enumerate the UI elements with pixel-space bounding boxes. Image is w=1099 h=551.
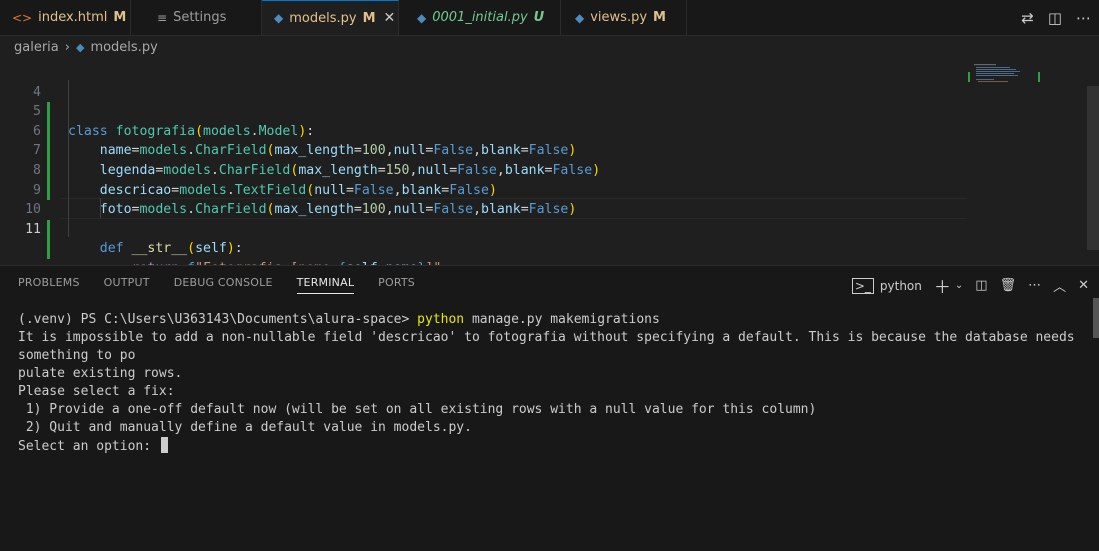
line-number: 11 — [25, 221, 41, 237]
panel-actions: >_ python ＋ ⌄ ◫ 🗑 ⋯ ︿ ✕ — [851, 273, 1089, 298]
terminal-command-line: (.venv) PS C:\Users\U363143\Documents\al… — [18, 311, 1083, 329]
terminal-scrollbar[interactable] — [1093, 298, 1099, 338]
minimap[interactable] — [968, 64, 1048, 84]
git-added-marker — [47, 239, 50, 259]
chevron-up-icon[interactable]: ︿ — [1053, 276, 1066, 295]
tab-ports[interactable]: PORTS — [378, 276, 415, 294]
chevron-right-icon: › — [64, 39, 70, 55]
code-line: 6 legenda=models.CharField(max_length=15… — [0, 102, 968, 178]
more-actions-icon[interactable]: ⋯ — [1028, 278, 1041, 293]
terminal-line: 2) Quit and manually define a default va… — [18, 420, 472, 435]
code-line: 4 class fotografia(models.Model): — [0, 63, 968, 139]
code-text: def __str__(self): — [99, 241, 243, 257]
split-editor-icon[interactable]: ◫ — [1048, 9, 1062, 27]
git-status-badge: M — [113, 10, 127, 25]
tab-label: models.py — [289, 10, 357, 26]
terminal-line: pulate existing rows. — [18, 366, 183, 381]
tab-views-py[interactable]: ◆ views.py M — [561, 0, 687, 35]
terminal-icon: >_ — [851, 277, 874, 294]
tab-label: views.py — [590, 10, 648, 25]
python-file-icon: ◆ — [417, 10, 427, 25]
git-status-badge: M — [362, 10, 376, 26]
terminal-input-line[interactable]: Select an option: — [18, 437, 1083, 456]
more-actions-icon[interactable]: ⋯ — [1076, 9, 1091, 27]
terminal-line: 1) Provide a one-off default now (will b… — [18, 402, 817, 417]
code-line: 11 return f"Fotografia [nome={self.nome}… — [0, 200, 968, 276]
breadcrumb-folder[interactable]: galeria — [14, 40, 59, 55]
code-line: 9 — [0, 161, 968, 198]
tab-0001-initial-py[interactable]: ◆ 0001_initial.py U — [399, 0, 561, 35]
tab-terminal[interactable]: TERMINAL — [296, 276, 355, 294]
source-control-compare-icon[interactable]: ⇄ — [1021, 9, 1034, 27]
terminal-cursor — [160, 437, 168, 453]
tab-label: index.html — [38, 10, 108, 25]
settings-file-icon: ≡ — [157, 10, 168, 25]
tab-debug-console[interactable]: DEBUG CONSOLE — [174, 276, 273, 294]
code-line: 7 descricao=models.TextField(null=False,… — [0, 122, 968, 197]
terminal-name[interactable]: python — [880, 279, 922, 293]
tab-label: 0001_initial.py — [432, 10, 528, 25]
terminal-output[interactable]: (.venv) PS C:\Users\U363143\Documents\al… — [18, 311, 1083, 456]
terminal-prompt: (.venv) PS C:\Users\U363143\Documents\al… — [18, 312, 418, 327]
command-args: manage.py makemigrations — [464, 312, 660, 327]
close-icon[interactable]: ✕ — [1078, 278, 1089, 293]
panel-tabs: PROBLEMS OUTPUT DEBUG CONSOLE TERMINAL P… — [18, 276, 415, 294]
breadcrumb: galeria › ◆ models.py — [14, 38, 158, 56]
git-status-badge: M — [653, 10, 666, 25]
trash-icon[interactable]: 🗑 — [1000, 278, 1017, 293]
code-line: 5 name=models.CharField(max_length=100,n… — [0, 83, 968, 158]
new-terminal-icon[interactable]: ＋ — [934, 273, 951, 298]
html-file-icon: <> — [12, 10, 33, 25]
editor-scrollbar[interactable] — [1087, 86, 1099, 250]
code-line: 10 def __str__(self): — [0, 181, 968, 256]
split-terminal-icon[interactable]: ◫ — [975, 278, 987, 293]
git-status-badge: U — [533, 10, 545, 25]
tab-models-py[interactable]: ◆ models.py M ✕ — [262, 0, 399, 35]
input-prompt: Select an option: — [18, 439, 159, 454]
tab-output[interactable]: OUTPUT — [104, 276, 150, 294]
editor-tab-bar: <> index.html M ≡ Settings ◆ models.py M… — [0, 0, 1099, 36]
chevron-down-icon[interactable]: ⌄ — [955, 280, 963, 291]
command-name: python — [417, 312, 465, 327]
tab-problems[interactable]: PROBLEMS — [18, 276, 80, 294]
tab-index-html[interactable]: <> index.html M — [0, 0, 131, 35]
close-icon[interactable]: ✕ — [384, 10, 396, 26]
terminal-line: Please select a fix: — [18, 384, 175, 399]
tab-label: Settings — [173, 10, 227, 25]
code-editor[interactable]: 4 class fotografia(models.Model): 5 name… — [0, 60, 1099, 276]
code-line: 8 foto=models.CharField(max_length=100,n… — [0, 141, 968, 217]
python-file-icon: ◆ — [575, 10, 585, 25]
python-file-icon: ◆ — [75, 40, 85, 54]
editor-actions: ⇄ ◫ ⋯ — [1021, 0, 1091, 35]
git-added-marker — [47, 219, 50, 240]
terminal-line: It is impossible to add a non-nullable f… — [18, 330, 1083, 363]
tab-settings[interactable]: ≡ Settings — [131, 0, 262, 35]
breadcrumb-file[interactable]: models.py — [90, 40, 157, 55]
python-file-icon: ◆ — [274, 11, 284, 25]
bottom-panel: PROBLEMS OUTPUT DEBUG CONSOLE TERMINAL P… — [0, 265, 1099, 551]
